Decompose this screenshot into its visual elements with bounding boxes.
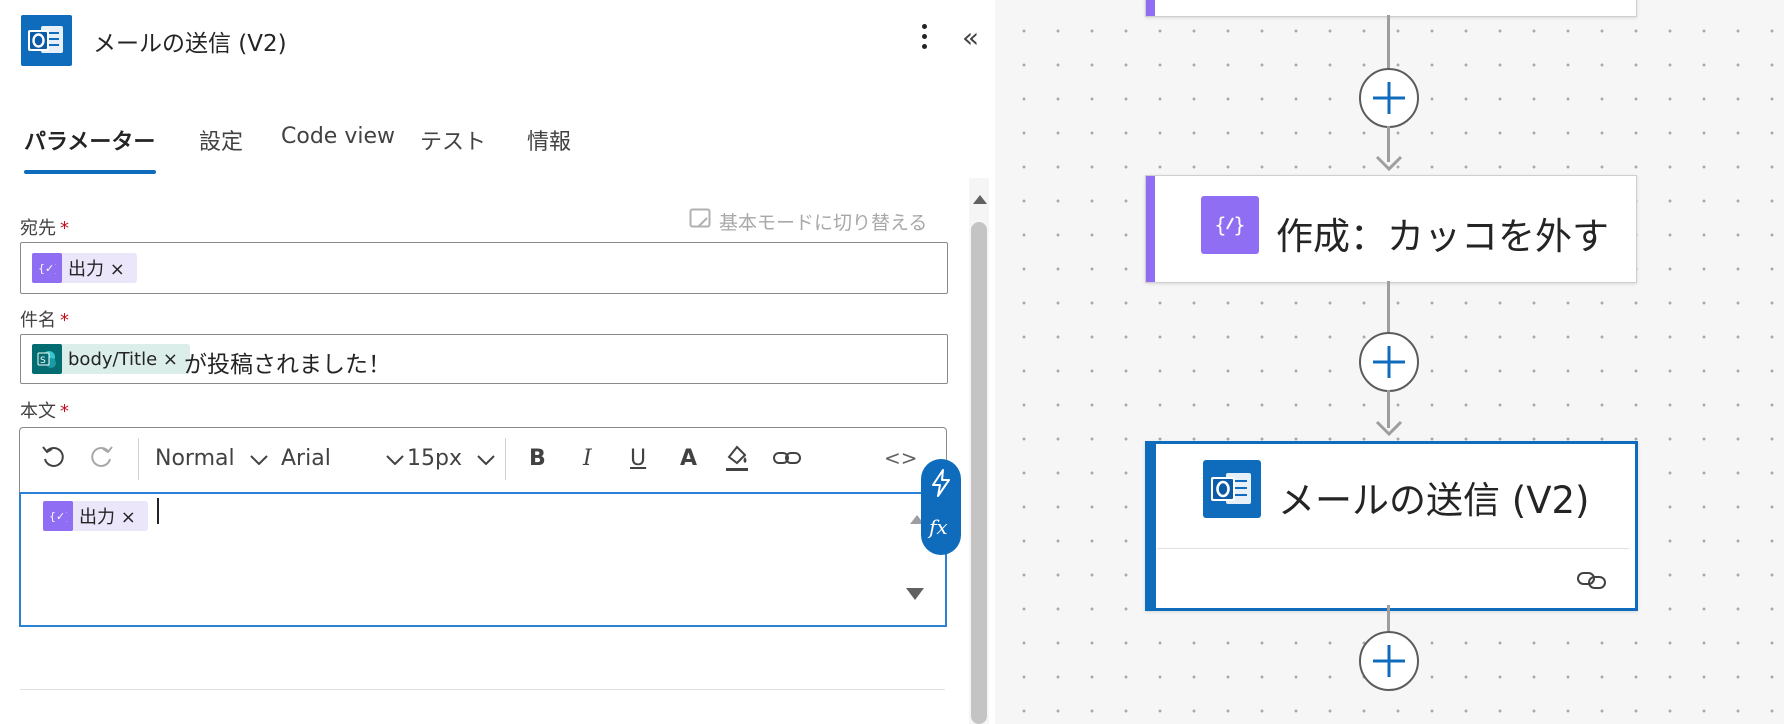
connector-line [1387, 15, 1390, 75]
tab-code-view[interactable]: Code view [281, 124, 395, 149]
code-view-button[interactable]: <> [884, 446, 918, 470]
redo-icon[interactable] [89, 443, 115, 475]
font-color-button[interactable]: A [680, 446, 697, 471]
bold-button[interactable]: B [529, 446, 546, 471]
body-field-label: 本文 * [20, 401, 69, 422]
card-divider [1157, 548, 1629, 549]
subject-text: が投稿されました！ [184, 352, 391, 378]
expression-token[interactable]: {✓} 出力 × [43, 501, 148, 531]
svg-text:{✓}: {✓} [38, 262, 56, 275]
toolbar-separator [505, 438, 506, 480]
flow-card-compose[interactable]: { } 作成：カッコを外す [1145, 175, 1637, 283]
card-title: メールの送信 (V2) [1278, 479, 1590, 522]
expression-icon: {✓} [32, 253, 62, 283]
flow-card-send-email[interactable]: メールの送信 (V2) [1145, 441, 1638, 611]
svg-text:S: S [40, 356, 46, 366]
italic-button[interactable]: I [583, 446, 592, 471]
card-title: 作成：カッコを外す [1276, 215, 1609, 258]
toolbar-separator [138, 438, 139, 480]
font-size-dropdown[interactable]: 15px [407, 446, 495, 471]
add-step-button[interactable] [1359, 631, 1419, 691]
outlook-icon [1203, 460, 1261, 518]
tab-settings[interactable]: 設定 [199, 124, 243, 156]
chevron-down-icon [249, 446, 268, 471]
link-icon[interactable] [772, 448, 802, 472]
fx-icon[interactable]: fx [929, 515, 948, 539]
panel-scroll-thumb[interactable] [971, 222, 987, 724]
add-step-button[interactable] [1359, 332, 1419, 392]
flow-card-previous[interactable] [1145, 0, 1637, 17]
link-icon[interactable] [1576, 569, 1608, 595]
subject-field-label: 件名 * [20, 310, 69, 331]
format-dropdown[interactable]: Normal [155, 446, 268, 471]
subject-field[interactable]: S body/Title × が投稿されました！ [20, 334, 948, 384]
expression-icon: {✓} [43, 501, 73, 531]
sharepoint-icon: S [32, 344, 62, 374]
svg-text:{✓}: {✓} [49, 510, 67, 523]
collapse-panel-icon[interactable]: « [962, 22, 979, 54]
flow-canvas[interactable]: { } 作成：カッコを外す メールの送信 (V2) [995, 0, 1784, 724]
sharepoint-token[interactable]: S body/Title × [32, 344, 190, 374]
text-cursor [157, 498, 159, 524]
tab-test[interactable]: テスト [420, 124, 486, 156]
switch-mode-label: 基本モードに切り替える [719, 212, 928, 234]
tab-info[interactable]: 情報 [527, 124, 571, 156]
active-tab-indicator [24, 170, 156, 174]
to-field-label: 宛先 * [20, 218, 69, 239]
connector-line [1387, 281, 1390, 337]
switch-basic-mode-button[interactable]: 基本モードに切り替える [689, 208, 927, 235]
chevron-down-icon [477, 446, 495, 471]
font-dropdown[interactable]: Arial [281, 446, 404, 471]
dynamic-content-pill[interactable]: fx [921, 459, 961, 555]
more-options-icon[interactable] [918, 24, 930, 56]
compose-icon: { } [1201, 196, 1259, 254]
panel-title: メールの送信 (V2) [93, 31, 287, 57]
outlook-icon [21, 15, 72, 66]
undo-icon[interactable] [40, 443, 66, 475]
to-field[interactable]: {✓} 出力 × [20, 242, 948, 294]
expression-token[interactable]: {✓} 出力 × [32, 253, 137, 283]
action-details-panel: メールの送信 (V2) « パラメーター 設定 Code view テスト 情報… [0, 0, 995, 724]
divider [20, 689, 945, 690]
connector-arrow-icon [1375, 155, 1403, 177]
scroll-down-icon[interactable] [905, 586, 925, 605]
underline-button[interactable]: U [630, 446, 646, 471]
add-step-button[interactable] [1359, 68, 1419, 128]
lightning-icon[interactable] [930, 469, 952, 501]
tab-parameters[interactable]: パラメーター [24, 124, 155, 156]
chevron-down-icon [386, 446, 404, 471]
switch-mode-icon [689, 208, 713, 235]
highlight-color-icon[interactable] [723, 443, 751, 477]
connector-arrow-icon [1375, 420, 1403, 442]
scroll-up-arrow-icon[interactable] [972, 190, 988, 209]
